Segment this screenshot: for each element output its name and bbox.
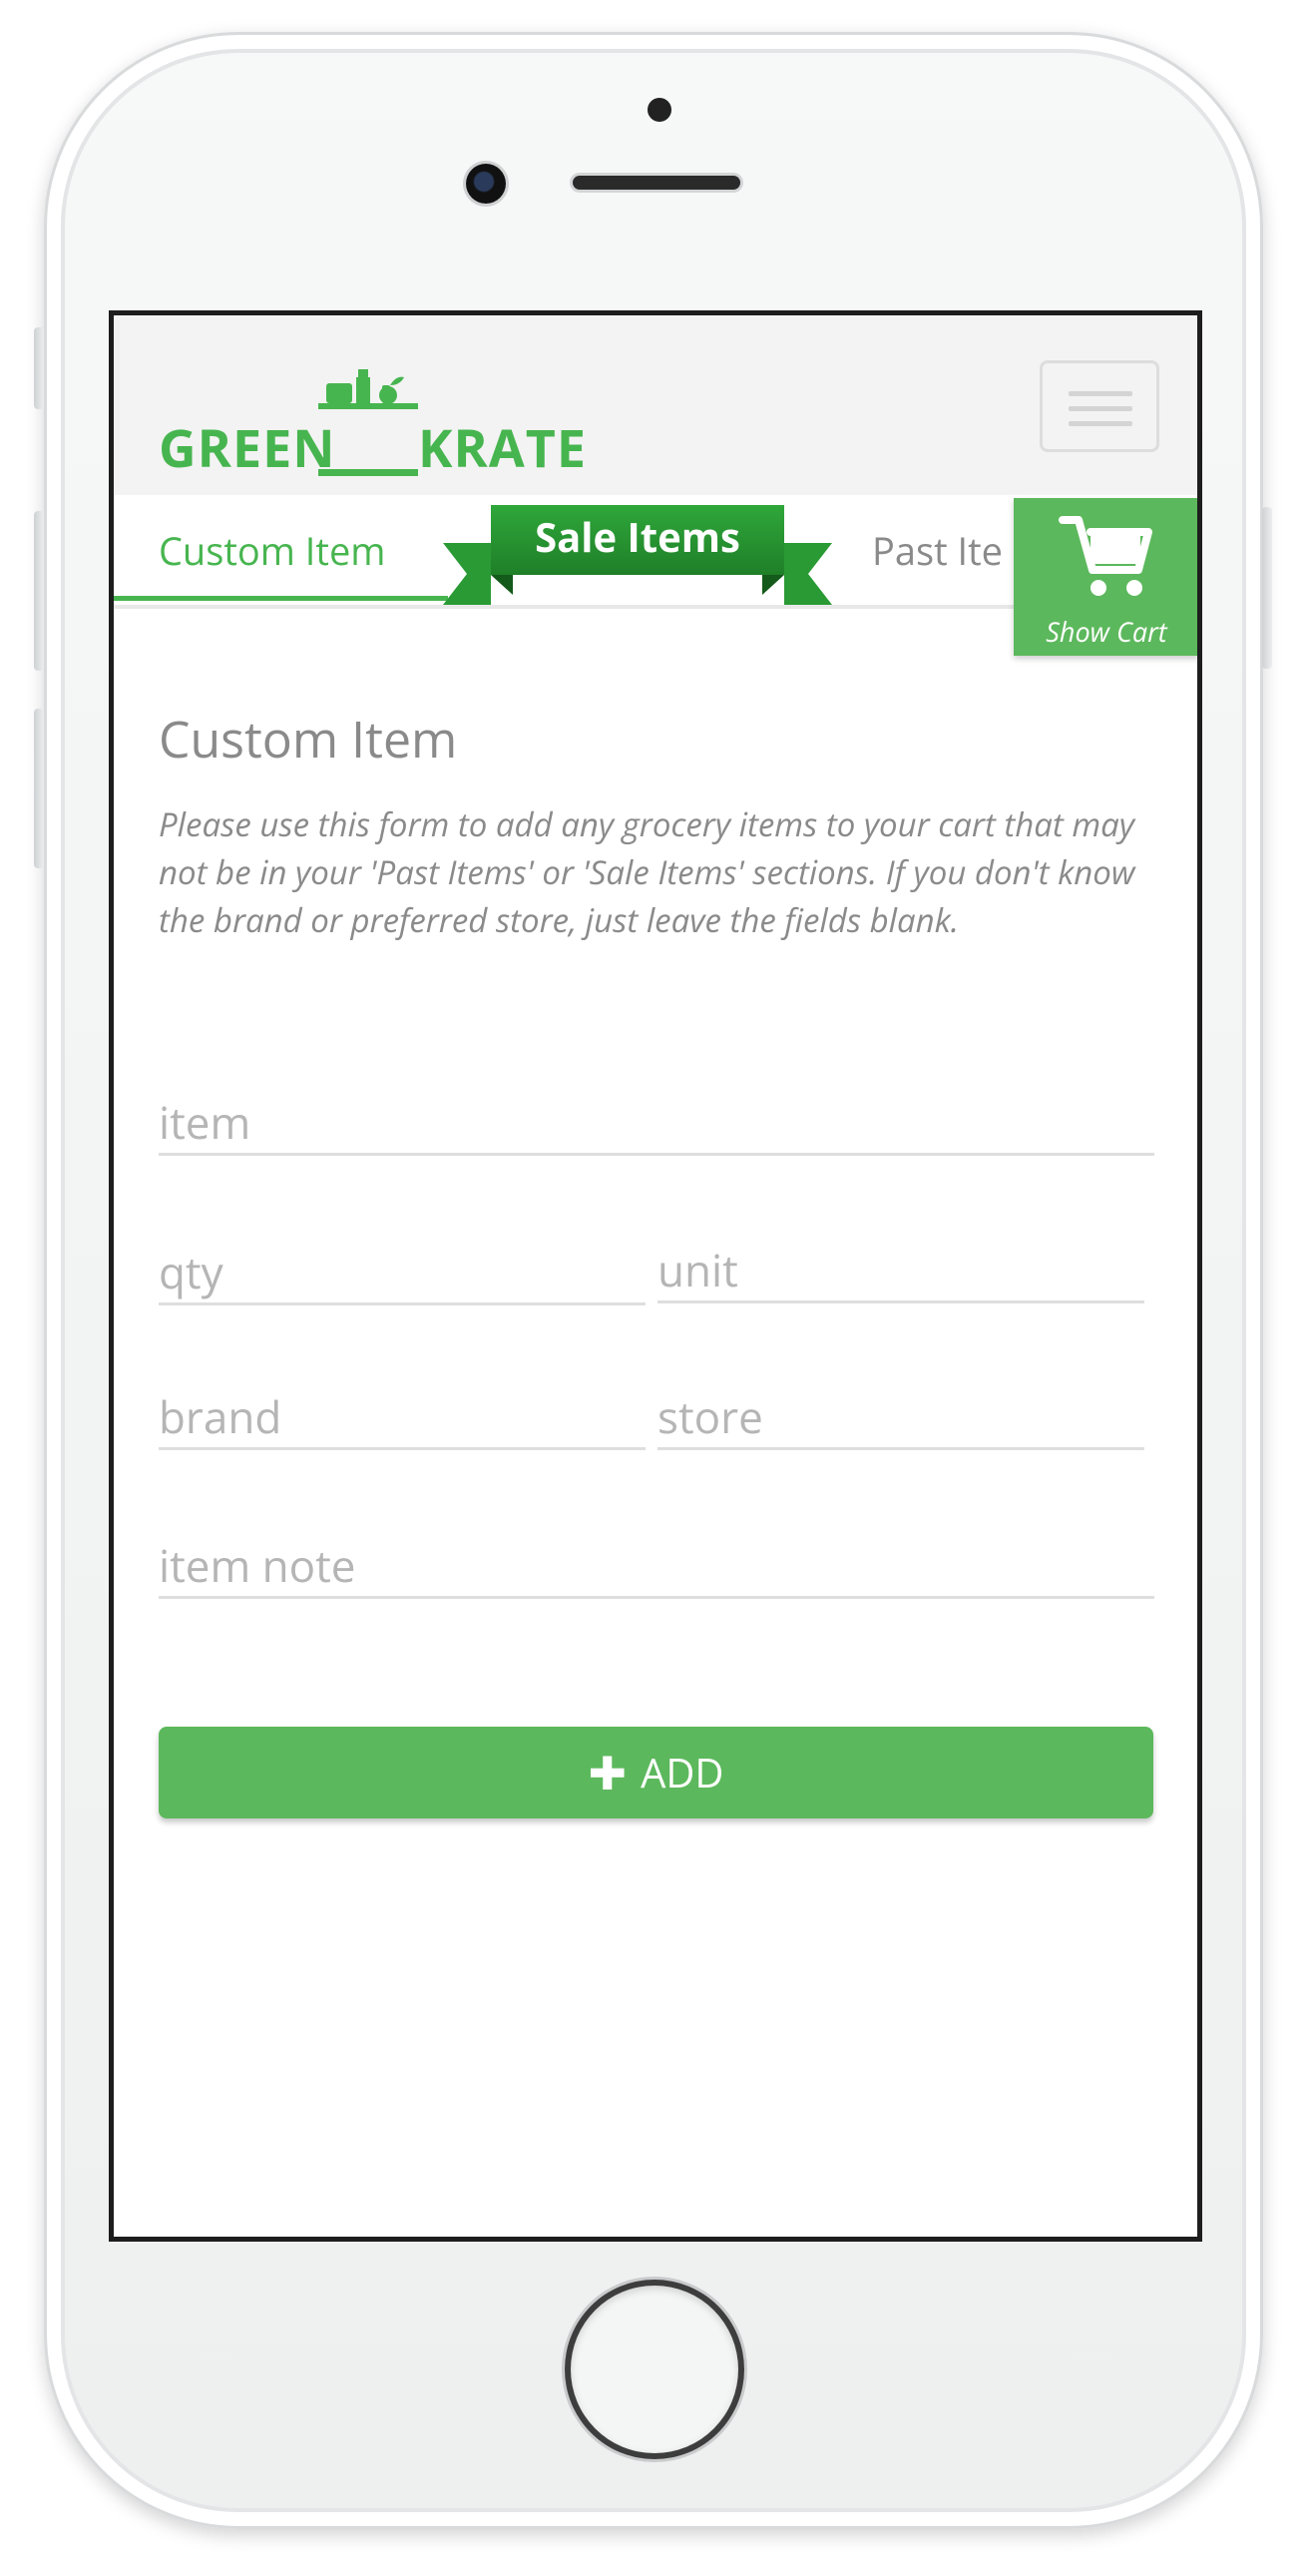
cart-icon [1059, 516, 1152, 596]
qty-field [159, 1242, 646, 1305]
custom-item-form: Custom Item Please use this form to add … [159, 705, 1156, 944]
tab-label: Sale Items [535, 509, 740, 564]
navbar: GREEN KRATE [114, 315, 1197, 495]
hamburger-line [1069, 406, 1132, 411]
show-cart-label: Show Cart [1046, 613, 1167, 650]
brand-name-left: GREEN [159, 412, 336, 483]
brand-name-right: KRATE [418, 412, 587, 483]
form-title: Custom Item [159, 705, 458, 773]
tab-label: Custom Item [159, 525, 386, 577]
hamburger-line [1069, 421, 1132, 426]
proximity-sensor [648, 98, 671, 122]
front-camera [466, 164, 506, 204]
home-button[interactable] [571, 2286, 738, 2453]
tab-past-items[interactable]: Past Ite [872, 525, 1003, 577]
volume-up-button [34, 511, 44, 671]
earpiece-speaker [573, 176, 740, 190]
unit-input[interactable] [657, 1240, 1144, 1299]
show-cart-button[interactable]: Show Cart [1014, 498, 1197, 656]
menu-toggle-button[interactable] [1040, 360, 1159, 452]
volume-down-button [34, 709, 44, 868]
hamburger-line [1069, 391, 1132, 396]
brand-field [159, 1386, 646, 1450]
item-input[interactable] [159, 1092, 1154, 1152]
unit-field [657, 1240, 1144, 1303]
store-input[interactable] [657, 1386, 1144, 1446]
mute-switch [34, 327, 44, 409]
add-button-label: ADD [641, 1745, 724, 1800]
plus-icon: ✚ [588, 1742, 628, 1803]
tab-custom-item[interactable]: Custom Item [114, 495, 448, 601]
item-note-field [159, 1535, 1154, 1599]
form-description: Please use this form to add any grocery … [159, 801, 1135, 942]
add-button[interactable]: ✚ ADD [159, 1727, 1153, 1818]
store-field [657, 1386, 1144, 1450]
power-button [1262, 507, 1272, 669]
qty-input[interactable] [159, 1242, 646, 1301]
app-screen: GREEN KRATE Custom Item Sale Items Past … [109, 310, 1202, 2242]
greenkrate-logo[interactable]: GREEN KRATE [159, 347, 586, 483]
item-field [159, 1092, 1154, 1156]
tab-sale-items[interactable]: Sale Items [443, 505, 832, 605]
brand-input[interactable] [159, 1386, 646, 1446]
item-note-input[interactable] [159, 1535, 1154, 1595]
